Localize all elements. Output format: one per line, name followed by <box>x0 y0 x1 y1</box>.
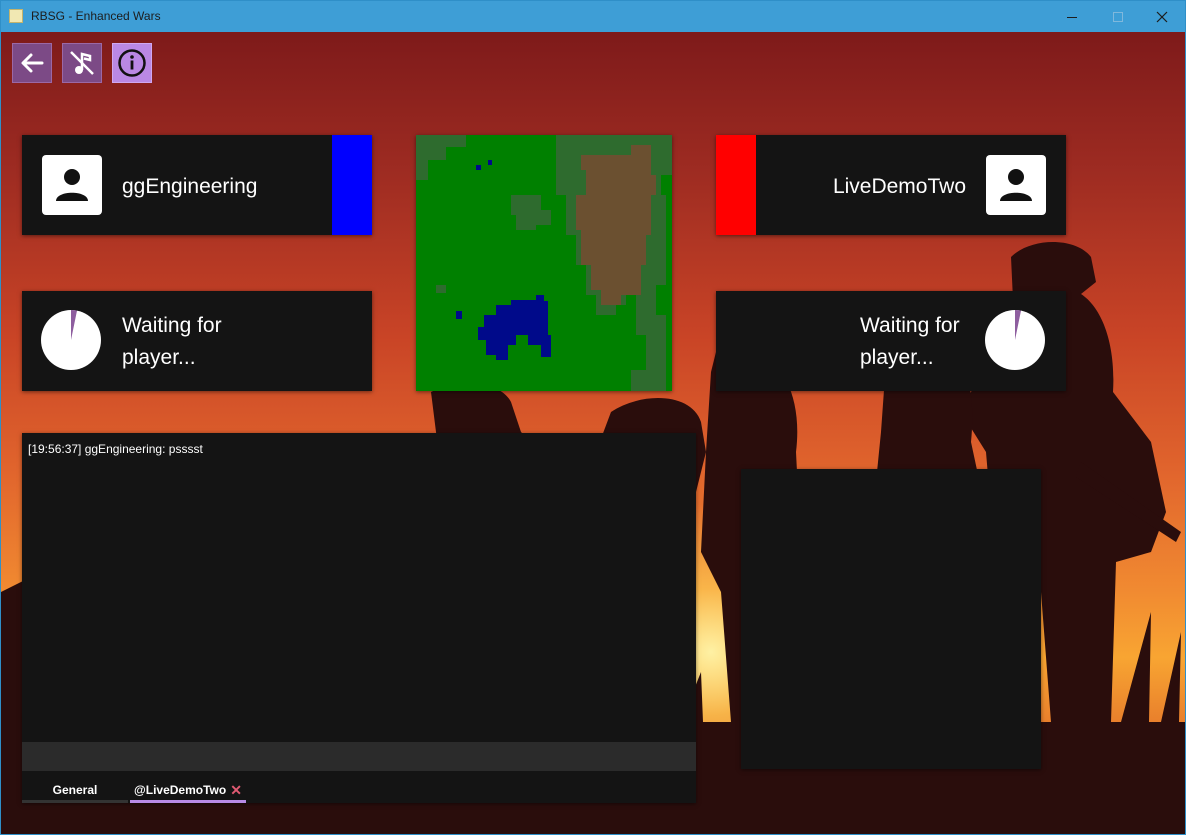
chat-input[interactable] <box>22 742 696 771</box>
player-avatar-icon <box>42 155 102 215</box>
info-button[interactable] <box>112 43 152 83</box>
window-title: RBSG - Enhanced Wars <box>31 9 161 23</box>
chat-tab-livedemotwo[interactable]: @LiveDemoTwo ✕ <box>130 777 246 803</box>
countdown-clock-icon <box>41 310 101 370</box>
countdown-clock-icon <box>985 310 1045 370</box>
back-button[interactable] <box>12 43 52 83</box>
minimize-icon <box>1067 16 1077 18</box>
app-window: RBSG - Enhanced Wars ggEngineering LiveD… <box>0 0 1186 835</box>
player-color-indicator <box>332 135 372 235</box>
chat-tab-label: @LiveDemoTwo <box>134 783 227 797</box>
app-icon <box>9 9 23 23</box>
waiting-card-left: Waiting for player... <box>22 291 372 391</box>
title-bar: RBSG - Enhanced Wars <box>1 1 1185 32</box>
info-icon <box>118 49 146 77</box>
player-name: LiveDemoTwo <box>832 175 966 198</box>
chat-tab-label: General <box>52 783 98 797</box>
waiting-line-2: player... <box>122 346 196 369</box>
close-icon <box>1156 11 1168 22</box>
music-off-icon <box>70 51 94 75</box>
chat-tab-general[interactable]: General <box>22 777 128 803</box>
map-preview[interactable] <box>416 135 672 391</box>
music-toggle-button[interactable] <box>62 43 102 83</box>
close-tab-icon[interactable]: ✕ <box>230 782 242 799</box>
waiting-line-2: player... <box>860 346 934 369</box>
map-terrain <box>416 135 672 391</box>
player-avatar-icon <box>986 155 1046 215</box>
close-window-button[interactable] <box>1139 1 1185 32</box>
game-lobby-background: ggEngineering LiveDemoTwo Waiting for pl… <box>1 32 1185 834</box>
minimize-button[interactable] <box>1049 1 1095 32</box>
back-arrow-icon <box>21 53 44 73</box>
player-color-indicator <box>716 135 756 235</box>
player-card-right: LiveDemoTwo <box>716 135 1066 235</box>
waiting-line-1: Waiting for <box>122 314 222 337</box>
player-card-left: ggEngineering <box>22 135 372 235</box>
waiting-status: Waiting for player... <box>122 310 222 374</box>
chat-panel: [19:56:37] ggEngineering: psssst General… <box>22 433 696 803</box>
maximize-button[interactable] <box>1095 1 1141 32</box>
chat-message: [19:56:37] ggEngineering: psssst <box>28 442 203 456</box>
maximize-icon <box>1113 11 1123 22</box>
waiting-status: Waiting for player... <box>860 310 960 374</box>
waiting-line-1: Waiting for <box>860 314 960 337</box>
player-name: ggEngineering <box>122 175 258 198</box>
waiting-card-right: Waiting for player... <box>716 291 1066 391</box>
side-info-panel <box>741 469 1041 769</box>
